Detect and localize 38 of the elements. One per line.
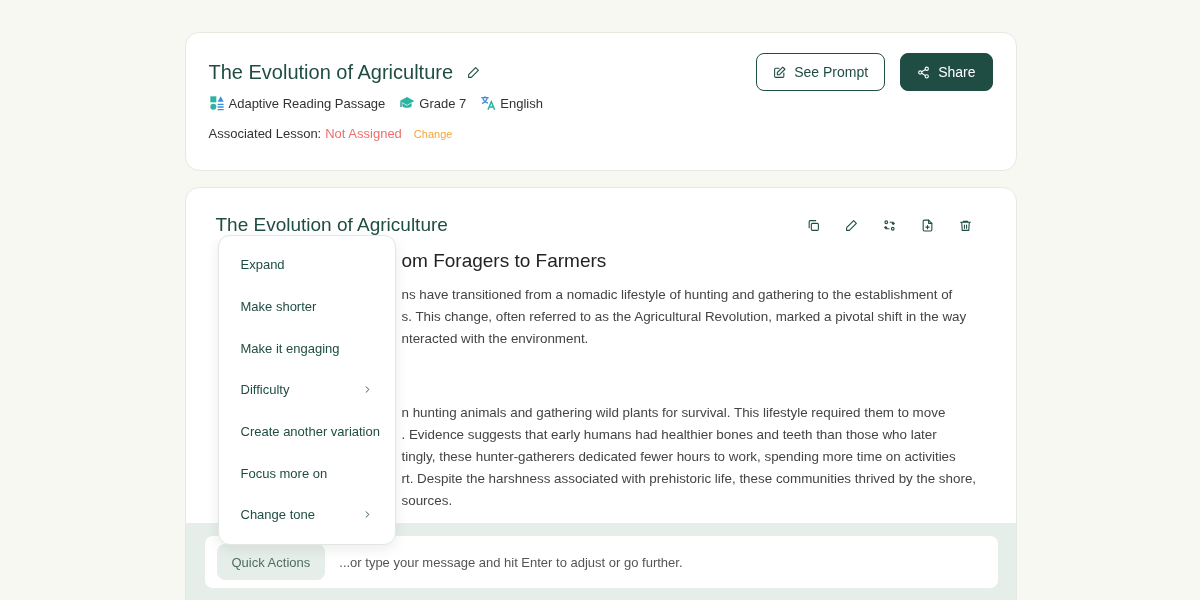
graduation-cap-icon: [399, 95, 416, 111]
shapes-icon: [208, 95, 225, 111]
document-title: The Evolution of Agriculture: [215, 214, 448, 236]
menu-item[interactable]: Make shorter: [218, 285, 395, 328]
tag-label: English: [500, 95, 543, 111]
passage-text: . Evidence suggests that early humans had healthier bones and teeth than those who later: [401, 426, 938, 444]
copy-icon[interactable]: [806, 218, 820, 232]
see-prompt-button[interactable]: See Prompt: [756, 53, 886, 91]
passage-text: nteracted with the environment.: [401, 330, 590, 348]
passage-text: s. This change, often referred to as the Agricultural Revolution, marked a pivotal shift in the way: [401, 308, 968, 326]
section-heading: om Foragers to Farmers: [401, 250, 608, 272]
menu-item[interactable]: Change tone: [218, 494, 395, 536]
menu-item[interactable]: Create another variation: [218, 410, 395, 453]
passage-title: The Evolution of Agriculture: [208, 60, 454, 84]
menu-item[interactable]: Focus more on: [218, 452, 395, 495]
passage-text: n hunting animals and gathering wild plants for survival. This lifestyle required them to move: [401, 404, 947, 422]
quick-actions-button[interactable]: Quick Actions: [216, 544, 326, 580]
translate-icon: [480, 95, 497, 111]
message-field[interactable]: Quick Actions ...or type your message and hit Enter to adjust or go further.: [204, 536, 998, 588]
swap-icon[interactable]: [882, 218, 896, 232]
file-plus-icon[interactable]: [920, 218, 934, 232]
tag-label: Adaptive Reading Passage: [228, 95, 386, 111]
pencil-icon[interactable]: [467, 65, 481, 79]
share-icon: [917, 65, 931, 79]
menu-item[interactable]: Difficulty: [218, 369, 395, 411]
pencil-icon[interactable]: [844, 218, 858, 232]
passage-text: ns have transitioned from a nomadic lifestyle of hunting and gathering to the establishment of: [401, 286, 954, 304]
lesson-status: Not Assigned: [325, 126, 402, 141]
passage-text: rt. Despite the harshness associated with prehistoric life, these communities thrived by the shore,: [401, 470, 978, 488]
menu-item[interactable]: Make it engaging: [218, 327, 395, 370]
passage-text: sources.: [401, 492, 454, 510]
passage-text: tingly, these hunter-gatherers dedicated fewer hours to work, spending more time on activities: [401, 448, 957, 466]
lesson-label: Associated Lesson:: [208, 126, 322, 141]
trash-icon[interactable]: [958, 218, 972, 232]
menu-item[interactable]: Expand: [218, 244, 395, 286]
tag-label: Grade 7: [419, 95, 467, 111]
edit-icon: [773, 65, 787, 79]
share-button[interactable]: Share: [900, 53, 993, 91]
